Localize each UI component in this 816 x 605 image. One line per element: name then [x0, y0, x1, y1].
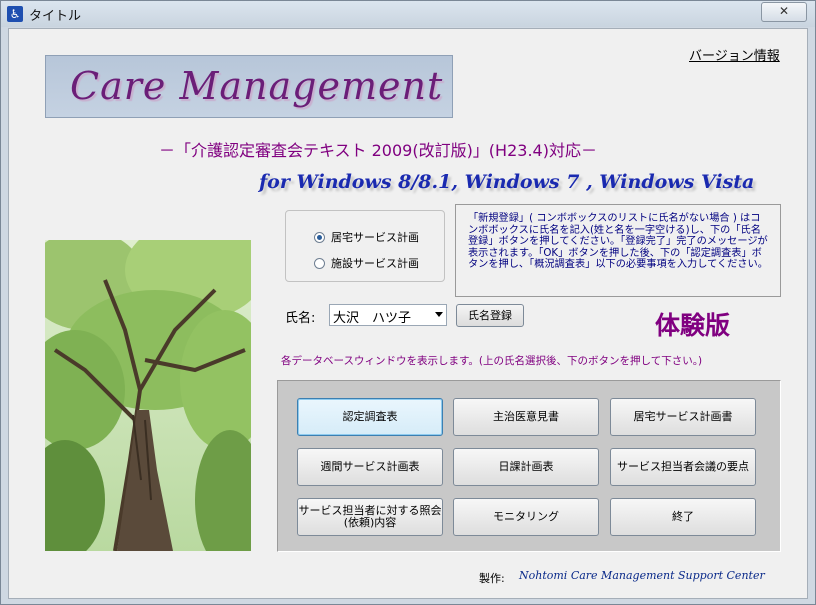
- exit-button[interactable]: 終了: [610, 498, 756, 536]
- window-title: タイトル: [29, 9, 82, 24]
- monitoring-button[interactable]: モニタリング: [453, 498, 599, 536]
- assessment-sheet-button[interactable]: 認定調査表: [297, 398, 443, 436]
- plan-type-group: 居宅サービス計画 施設サービス計画: [285, 210, 445, 282]
- service-meeting-summary-button[interactable]: サービス担当者会議の要点: [610, 448, 756, 486]
- radio-icon[interactable]: [314, 231, 325, 243]
- database-note: 各データベースウィンドウを表示します。(上の氏名選択後、下のボタンを押して下さい…: [281, 355, 703, 367]
- radio-facility-care[interactable]: 施設サービス計画: [314, 255, 419, 271]
- database-button-panel: 認定調査表 主治医意見書 居宅サービス計画書 週間サービス計画表 日課計画表 サ…: [277, 380, 781, 552]
- client-area: バージョン情報 Care Management －「介護認定審査会テキスト 20…: [8, 28, 808, 599]
- home-care-plan-button[interactable]: 居宅サービス計画書: [610, 398, 756, 436]
- radio-home-care-label: 居宅サービス計画: [331, 231, 419, 244]
- radio-icon[interactable]: [314, 257, 325, 269]
- name-label: 氏名:: [285, 311, 316, 326]
- credit-label: 製作:: [479, 572, 505, 585]
- name-value: 大沢 ハツ子: [333, 311, 412, 326]
- title-bar[interactable]: ♿ タイトル ✕: [1, 1, 815, 27]
- physician-opinion-button[interactable]: 主治医意見書: [453, 398, 599, 436]
- daily-plan-button[interactable]: 日課計画表: [453, 448, 599, 486]
- credit-organization: Nohtomi Care Management Support Center: [519, 569, 765, 582]
- platforms-text: for Windows 8/8.1, Windows 7 , Windows V…: [259, 171, 755, 193]
- app-window: ♿ タイトル ✕ バージョン情報 Care Management －「介護認定審…: [0, 0, 816, 605]
- version-info-link[interactable]: バージョン情報: [689, 45, 780, 64]
- chevron-down-icon[interactable]: [435, 312, 443, 317]
- accessibility-icon: ♿: [7, 6, 23, 22]
- logo-banner: Care Management: [45, 55, 453, 118]
- radio-facility-care-label: 施設サービス計画: [331, 257, 419, 270]
- logo-text: Care Management: [70, 64, 444, 108]
- close-button[interactable]: ✕: [761, 2, 807, 22]
- trial-version-label: 体験版: [655, 311, 731, 340]
- tree-photo: [45, 240, 251, 551]
- name-combobox[interactable]: 大沢 ハツ子: [329, 304, 447, 326]
- service-inquiry-button[interactable]: サービス担当者に対する照会(依頼)内容: [297, 498, 443, 536]
- instructions-box: 「新規登録」( コンボボックスのリストに氏名がない場合 ) はコンボボックスに氏…: [455, 204, 781, 297]
- weekly-service-plan-button[interactable]: 週間サービス計画表: [297, 448, 443, 486]
- radio-home-care[interactable]: 居宅サービス計画: [314, 229, 419, 245]
- subtitle: －「介護認定審査会テキスト 2009(改訂版)」(H23.4)対応－: [159, 141, 597, 160]
- register-name-button[interactable]: 氏名登録: [456, 304, 524, 327]
